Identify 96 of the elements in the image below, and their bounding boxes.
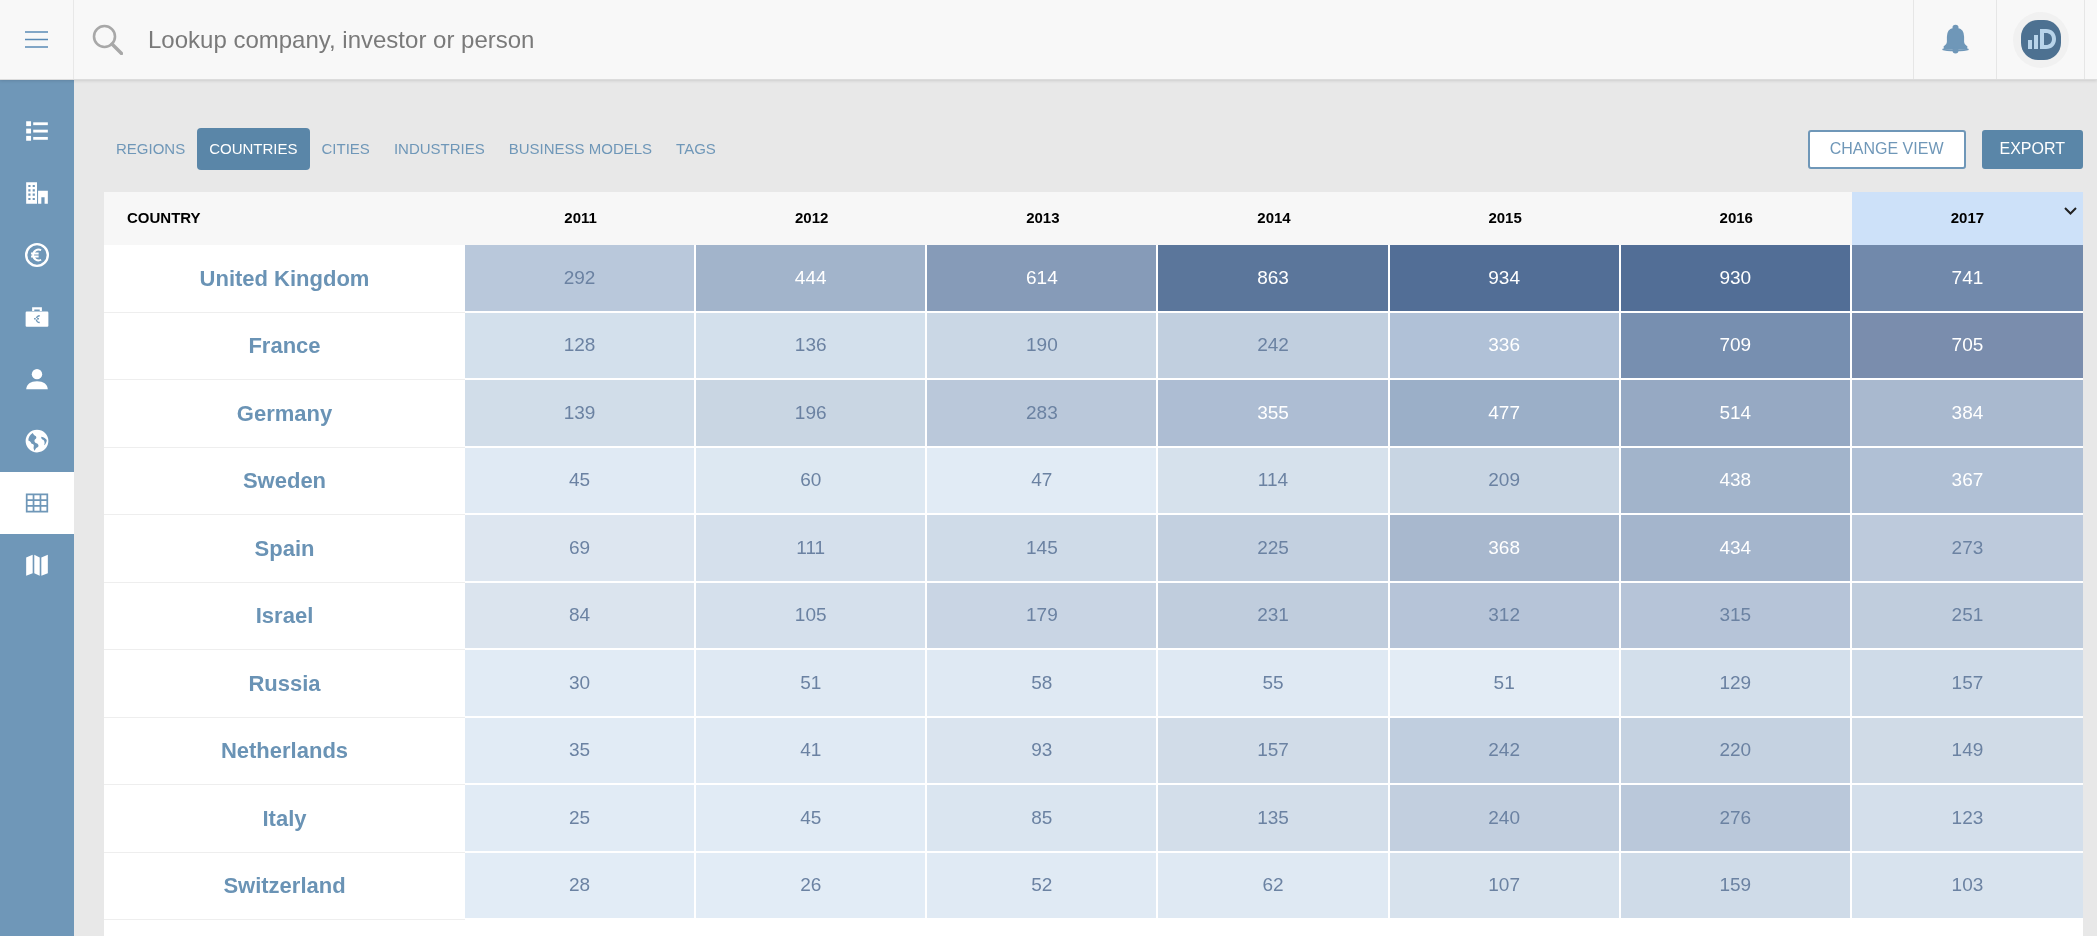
table-cell: 105: [696, 582, 928, 650]
table-cell: 93: [927, 717, 1159, 785]
table-cell: 240: [1389, 785, 1621, 853]
table-cell: 111: [696, 515, 928, 583]
table-cell: 242: [1158, 312, 1390, 380]
table-cell: 209: [1389, 447, 1621, 515]
column-header[interactable]: COUNTRY: [104, 192, 465, 245]
table-cell: 434: [1620, 515, 1852, 583]
table-cell: 69: [465, 515, 697, 583]
table-cell: 45: [696, 785, 928, 853]
column-header[interactable]: 2014: [1158, 192, 1390, 245]
table-cell: 145: [927, 515, 1159, 583]
table-cell: 190: [927, 312, 1159, 380]
chevron-down-icon: [2064, 207, 2077, 215]
table-cell: 139: [465, 380, 697, 448]
table-cell: 368: [1389, 515, 1621, 583]
table-cell: 741: [1851, 245, 2083, 313]
table-cell: 367: [1851, 447, 2083, 515]
table-cell: 129: [1620, 650, 1852, 718]
table-cell: 107: [1389, 852, 1621, 920]
table-cell: 438: [1620, 447, 1852, 515]
search-bar[interactable]: Lookup company, investor or person: [74, 0, 1913, 79]
table-cell: 315: [1620, 582, 1852, 650]
table-cell: 709: [1620, 312, 1852, 380]
euro-coin-icon: [24, 242, 50, 268]
table-cell: 60: [696, 447, 928, 515]
export-button[interactable]: EXPORT: [1981, 129, 2083, 169]
table-cell: 242: [1389, 717, 1621, 785]
building-icon: [24, 180, 50, 206]
table-cell: 312: [1389, 582, 1621, 650]
column-header[interactable]: 2015: [1389, 192, 1621, 245]
tab[interactable]: COUNTRIES: [197, 128, 310, 170]
table-cell: 52: [927, 852, 1159, 920]
table-cell: 292: [465, 245, 697, 313]
table-cell: 30: [465, 650, 697, 718]
table-cell: 85: [927, 785, 1159, 853]
table-cell: 41: [696, 717, 928, 785]
table-cell: 863: [1158, 245, 1390, 313]
table-cell: 84: [465, 582, 697, 650]
table-cell: 514: [1620, 380, 1852, 448]
table-cell: 157: [1158, 717, 1390, 785]
menu-icon: [25, 31, 48, 48]
table-cell: 103: [1851, 852, 2083, 920]
table-cell: 273: [1851, 515, 2083, 583]
table-cell: 149: [1851, 717, 2083, 785]
table-cell: 25: [465, 785, 697, 853]
list-icon: [24, 118, 50, 144]
table-cell: 220: [1620, 717, 1852, 785]
account-button[interactable]: [2012, 11, 2069, 68]
table-cell: 384: [1851, 380, 2083, 448]
column-header[interactable]: 2016: [1620, 192, 1852, 245]
table-cell: 179: [927, 582, 1159, 650]
person-icon: [24, 366, 50, 392]
table-cell: 477: [1389, 380, 1621, 448]
bell-icon: [1939, 24, 1971, 55]
table-icon: [24, 490, 50, 516]
table-cell: 58: [927, 650, 1159, 718]
table-cell: 196: [696, 380, 928, 448]
table-cell: 283: [927, 380, 1159, 448]
table-cell: 157: [1851, 650, 2083, 718]
table-cell: 159: [1620, 852, 1852, 920]
table-cell: 55: [1158, 650, 1390, 718]
table-cell: 35: [465, 717, 697, 785]
column-header[interactable]: 2011: [465, 192, 697, 245]
briefcase-icon: [24, 304, 50, 330]
table-cell: 51: [696, 650, 928, 718]
sidebar-item[interactable]: [0, 472, 74, 534]
table-cell: 62: [1158, 852, 1390, 920]
globe-icon: [24, 428, 50, 454]
table-cell: 225: [1158, 515, 1390, 583]
column-header[interactable]: 2012: [696, 192, 928, 245]
table-cell: 51: [1389, 650, 1621, 718]
table-cell: 614: [927, 245, 1159, 313]
table-cell: 114: [1158, 447, 1390, 515]
column-header[interactable]: 2013: [927, 192, 1159, 245]
table-cell: 355: [1158, 380, 1390, 448]
search-icon: [92, 24, 123, 55]
table-cell: 444: [696, 245, 928, 313]
table-cell: 28: [465, 852, 697, 920]
table-cell: 47: [927, 447, 1159, 515]
table-cell: 336: [1389, 312, 1621, 380]
table-cell: 128: [465, 312, 697, 380]
table-cell: 45: [465, 447, 697, 515]
logo-icon: [2012, 11, 2069, 68]
column-header[interactable]: 2017: [1851, 192, 2083, 245]
map-icon: [24, 552, 50, 578]
table-cell: 123: [1851, 785, 2083, 853]
table-cell: 705: [1851, 312, 2083, 380]
table-cell: 135: [1158, 785, 1390, 853]
table-cell: 136: [696, 312, 928, 380]
table-cell: 26: [696, 852, 928, 920]
table-cell: 276: [1620, 785, 1852, 853]
table-cell: 231: [1158, 582, 1390, 650]
table-cell: 251: [1851, 582, 2083, 650]
table-cell: 934: [1389, 245, 1621, 313]
table-cell: 930: [1620, 245, 1852, 313]
